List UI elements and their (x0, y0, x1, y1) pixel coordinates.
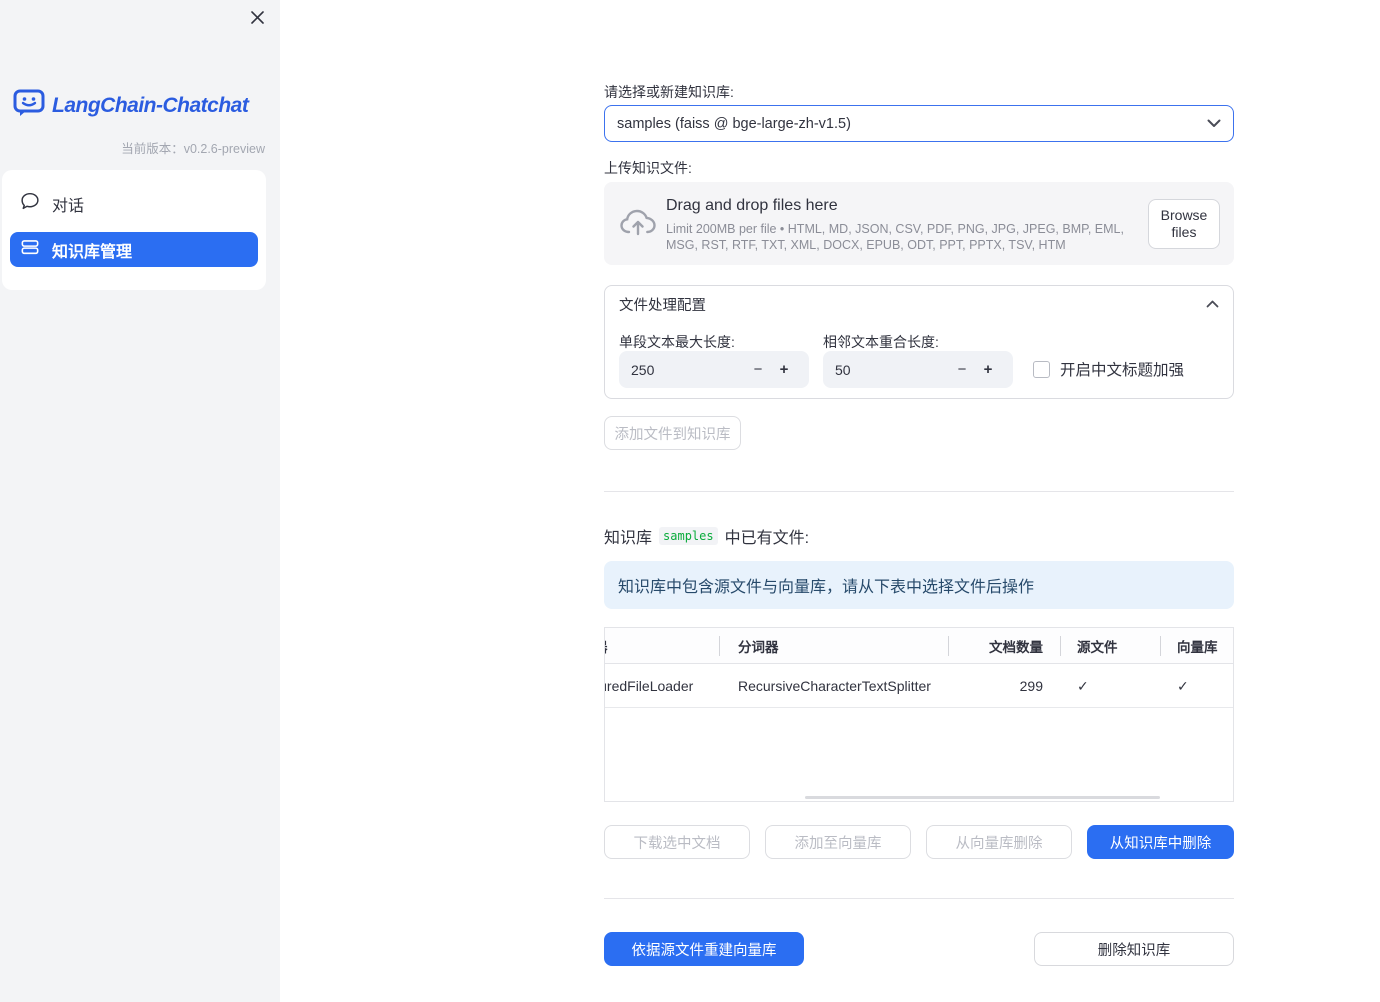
cell-source-file-check: ✓ (1077, 677, 1089, 694)
sidebar-item-knowledge-base[interactable]: 知识库管理 (10, 232, 258, 267)
app-title: LangChain-Chatchat (52, 93, 249, 117)
expander-header[interactable]: 文件处理配置 (605, 286, 1233, 322)
delete-from-vector-store-button[interactable]: 从向量库删除 (926, 825, 1072, 859)
file-config-expander: 文件处理配置 单段文本最大长度: 相邻文本重合长度: − + − + 开启中文标… (604, 285, 1234, 399)
minus-stepper-button[interactable]: − (745, 361, 771, 378)
col-header-doc-count[interactable]: 文档数量 (949, 628, 1043, 664)
zh-title-enhance-label: 开启中文标题加强 (1060, 362, 1185, 379)
plus-stepper-button[interactable]: + (975, 361, 1001, 378)
col-header-vector-store[interactable]: 向量库 (1177, 628, 1233, 664)
chat-bubble-icon (21, 192, 39, 215)
file-dropzone[interactable]: Drag and drop files here Limit 200MB per… (604, 182, 1234, 265)
col-header-splitter[interactable]: 分词器 (738, 628, 938, 664)
kb-select-label: 请选择或新建知识库: (604, 84, 734, 100)
column-separator (719, 636, 720, 656)
minus-stepper-button[interactable]: − (949, 361, 975, 378)
dropzone-limit-text: Limit 200MB per file • HTML, MD, JSON, C… (666, 222, 1124, 252)
kb-stack-icon (21, 238, 39, 261)
info-alert-text: 知识库中包含源文件与向量库，请从下表中选择文件后操作 (618, 579, 1035, 596)
app-page: LangChain-Chatchat 当前版本：v0.2.6-preview 对… (0, 0, 1380, 1002)
col-header-loader[interactable]: 文档加载器 (605, 628, 717, 664)
cell-splitter: RecursiveCharacterTextSplitter (738, 678, 931, 694)
checkbox-unchecked-icon[interactable] (1033, 360, 1050, 378)
column-separator (1060, 636, 1061, 656)
sidebar-item-dialogue[interactable]: 对话 (10, 186, 258, 221)
sidebar-item-label: 知识库管理 (52, 243, 133, 261)
dropzone-title: Drag and drop files here (666, 197, 838, 214)
column-separator (1160, 636, 1161, 656)
kb-select-value: samples (faiss @ bge-large-zh-v1.5) (617, 115, 851, 132)
chevron-up-icon (1206, 300, 1219, 308)
kb-select[interactable]: samples (faiss @ bge-large-zh-v1.5) (604, 105, 1234, 142)
kb-files-prefix: 知识库 (604, 530, 653, 547)
col-header-source-file[interactable]: 源文件 (1077, 628, 1147, 664)
sidebar: LangChain-Chatchat 当前版本：v0.2.6-preview 对… (0, 0, 280, 1002)
plus-stepper-button[interactable]: + (771, 361, 797, 378)
cell-loader: UnstructuredFileLoader (605, 678, 694, 694)
expander-title: 文件处理配置 (619, 297, 706, 314)
cloud-upload-icon (619, 207, 657, 244)
table-header-row: 文档加载器 分词器 文档数量 源文件 向量库 (605, 628, 1233, 664)
horizontal-scrollbar[interactable] (805, 796, 1160, 799)
add-files-to-kb-button[interactable]: 添加文件到知识库 (604, 416, 741, 450)
browse-files-button[interactable]: Browse files (1148, 199, 1220, 249)
version-text: 当前版本：v0.2.6-preview (121, 142, 265, 156)
kb-files-suffix: 中已有文件: (724, 530, 810, 547)
delete-from-kb-button[interactable]: 从知识库中删除 (1087, 825, 1234, 859)
table-row[interactable]: UnstructuredFileLoader RecursiveCharacte… (605, 664, 1233, 708)
sidebar-item-label: 对话 (52, 197, 85, 215)
kb-name-code: samples (659, 527, 718, 545)
chunk-size-input-group: − + (619, 351, 809, 388)
download-selected-button[interactable]: 下载选中文档 (604, 825, 750, 859)
cell-vector-store-check: ✓ (1177, 677, 1189, 694)
main-content: 请选择或新建知识库: samples (faiss @ bge-large-zh… (604, 0, 1234, 1002)
chevron-down-icon (1207, 119, 1221, 128)
kb-files-heading: 知识库 samples 中已有文件: (604, 524, 809, 548)
app-logo: LangChain-Chatchat (12, 87, 249, 124)
rebuild-vector-store-button[interactable]: 依据源文件重建向量库 (604, 932, 804, 966)
delete-kb-button[interactable]: 删除知识库 (1034, 932, 1234, 966)
chunk-overlap-input[interactable] (835, 361, 925, 378)
add-to-vector-store-button[interactable]: 添加至向量库 (765, 825, 911, 859)
sidebar-menu: 对话 知识库管理 (2, 170, 266, 290)
info-alert: 知识库中包含源文件与向量库，请从下表中选择文件后操作 (604, 561, 1234, 609)
zh-title-enhance-option[interactable]: 开启中文标题加强 (1033, 358, 1184, 380)
kb-files-table[interactable]: 文档加载器 分词器 文档数量 源文件 向量库 UnstructuredFileL… (604, 627, 1234, 802)
divider (604, 898, 1234, 899)
divider (604, 491, 1234, 492)
chunk-size-input[interactable] (631, 361, 721, 378)
chunk-overlap-label: 相邻文本重合长度: (823, 334, 939, 350)
chat-smiley-logo-icon (12, 87, 46, 124)
close-sidebar-icon[interactable] (246, 6, 268, 28)
chunk-overlap-input-group: − + (823, 351, 1013, 388)
chunk-size-label: 单段文本最大长度: (619, 334, 735, 350)
upload-label: 上传知识文件: (604, 160, 692, 176)
cell-doc-count: 299 (1019, 678, 1043, 694)
